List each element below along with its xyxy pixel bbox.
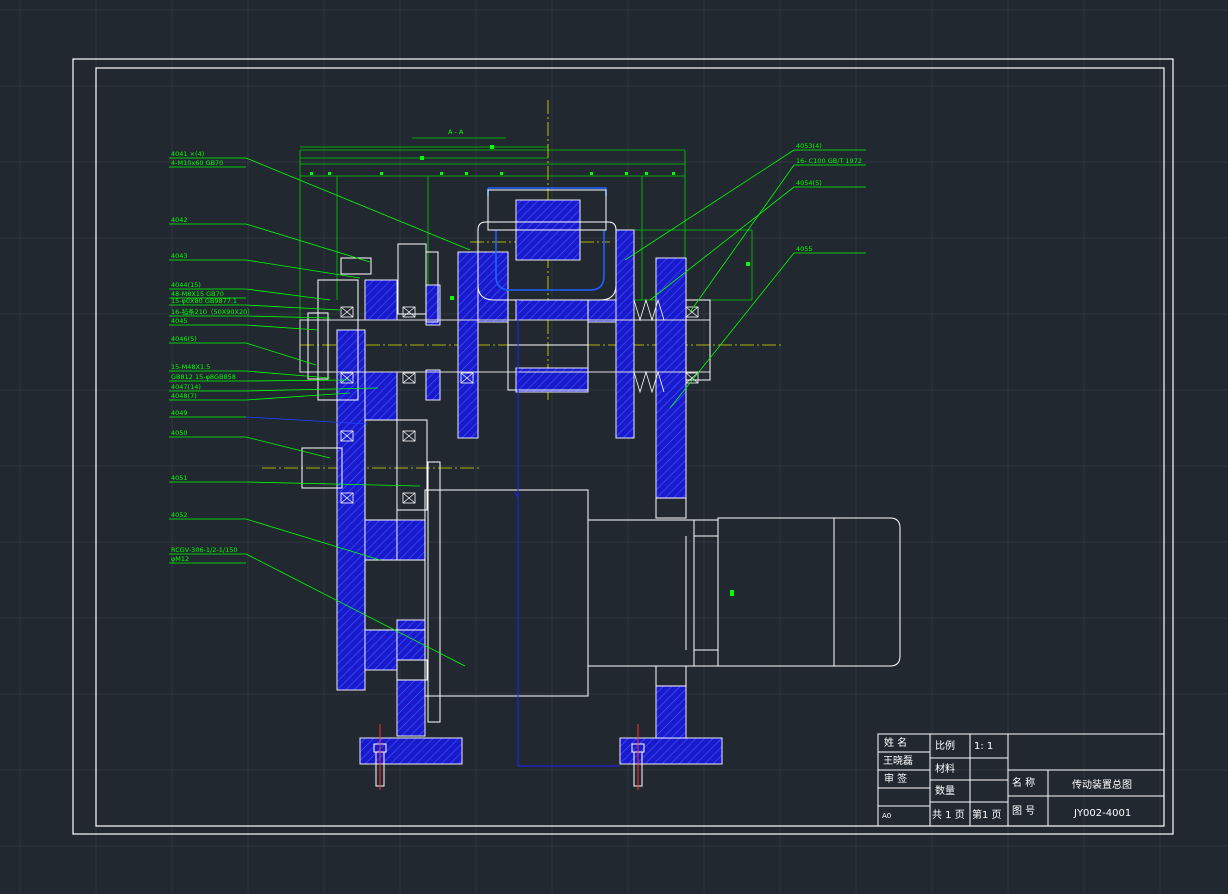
callout-label: 4054(5) bbox=[796, 179, 822, 187]
callout-label: 4-M10x60 GB70 bbox=[171, 159, 223, 167]
review-label: 审 签 bbox=[884, 772, 907, 785]
callout-label: φM12 bbox=[171, 555, 189, 563]
callout-label: 4048(7) bbox=[171, 392, 197, 400]
callout-label: 4050 bbox=[171, 429, 188, 437]
callout-label: 4043 bbox=[171, 252, 188, 260]
scale-value: 1: 1 bbox=[974, 741, 993, 752]
callout-label: 4053(4) bbox=[796, 142, 822, 150]
callout-label: 4046(5) bbox=[171, 335, 197, 343]
callout-label: 4049 bbox=[171, 409, 188, 417]
sheet-size: A0 bbox=[882, 812, 891, 820]
total-pages: 共 1 页 bbox=[932, 809, 965, 821]
cad-drawing: A - A 4041 ×(4)4-M10x60 GB70404240434044… bbox=[0, 0, 1228, 894]
callout-label: 16-毡条210（50X90X20） bbox=[171, 307, 254, 316]
callout-label: 15-φ0X80 GB9877.1 bbox=[171, 297, 237, 305]
drawing-number-value: JY002-4001 bbox=[1073, 808, 1131, 819]
quantity-label: 数量 bbox=[935, 784, 955, 797]
callout-label: 4047(14) bbox=[171, 383, 201, 391]
name-value: 王晓磊 bbox=[883, 755, 913, 767]
scale-label: 比例 bbox=[935, 739, 955, 752]
drawing-number-label: 图 号 bbox=[1012, 805, 1035, 817]
callout-label: 4055 bbox=[796, 245, 813, 253]
hatched-sections bbox=[336, 199, 723, 765]
title-label: 名 称 bbox=[1012, 776, 1035, 789]
background-grid bbox=[0, 0, 1228, 894]
section-label: A - A bbox=[448, 128, 464, 136]
title-value: 传动装置总图 bbox=[1072, 778, 1132, 791]
inner-frame bbox=[95, 67, 1165, 827]
callout-label: GB812 15-φ8GB858 bbox=[171, 373, 236, 381]
name-label: 姓 名 bbox=[884, 736, 907, 749]
callout-label: 4042 bbox=[171, 216, 188, 224]
callout-label: 4045 bbox=[171, 317, 188, 325]
cad-drawing-canvas[interactable]: A - A 4041 ×(4) 4-M10x60 GB70 4042 4043 … bbox=[0, 0, 1228, 894]
callout-label: 16- C100 GB/T 1972 bbox=[796, 157, 862, 165]
callout-label: 4052 bbox=[171, 511, 188, 519]
callout-label: 4051 bbox=[171, 474, 188, 482]
callout-label: RCGV-306-1/2-1/150 bbox=[171, 546, 237, 554]
callout-label: 4044(15) bbox=[171, 281, 201, 289]
callout-label: 15-M48X1.5 bbox=[171, 363, 210, 371]
callout-label: 4041 ×(4) bbox=[171, 150, 204, 158]
material-label: 材料 bbox=[935, 762, 955, 775]
page-number: 第1 页 bbox=[972, 808, 1002, 821]
